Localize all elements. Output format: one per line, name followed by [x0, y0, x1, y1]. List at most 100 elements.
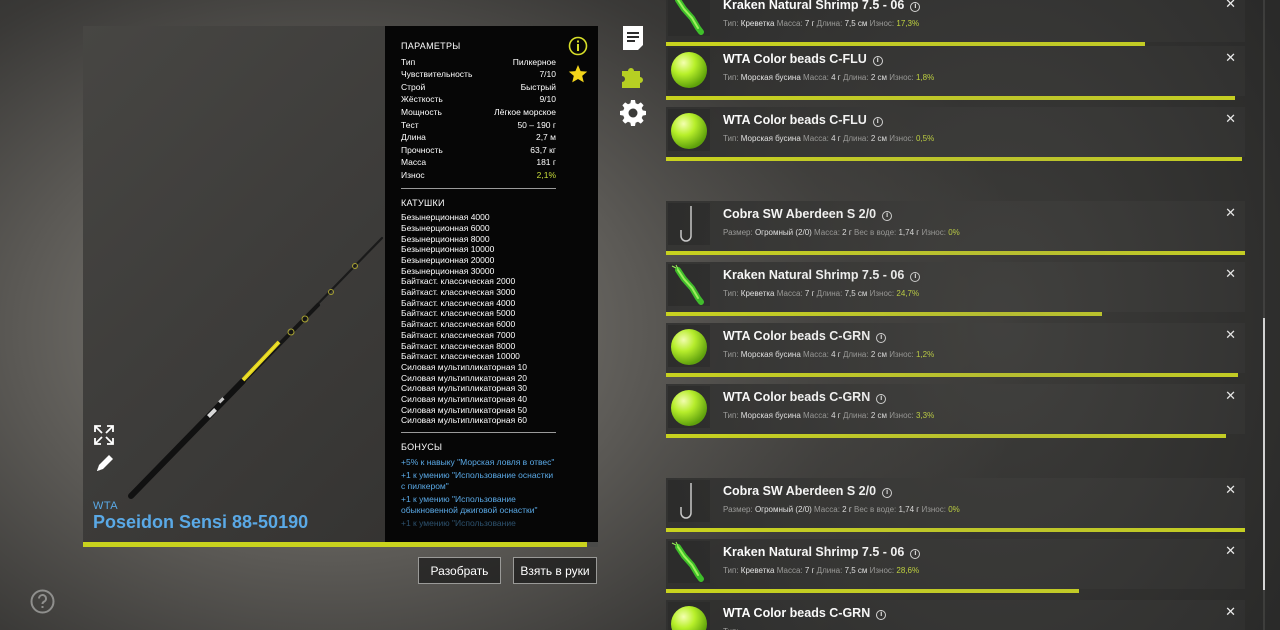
- meta-value: 1,8%: [916, 73, 935, 82]
- tackle-item-hook[interactable]: Cobra SW Aberdeen S 2/0 i Размер: Огромный…: [666, 201, 1245, 255]
- wear-bar: [666, 157, 1245, 161]
- close-icon[interactable]: ✕: [1225, 50, 1236, 66]
- info-icon[interactable]: i: [910, 2, 921, 12]
- close-icon[interactable]: ✕: [1225, 205, 1236, 221]
- expand-icon[interactable]: [93, 424, 115, 446]
- reel-item: Силовая мультипликаторная 50: [401, 404, 527, 415]
- take-in-hands-button[interactable]: Взять в руки: [513, 557, 597, 584]
- rod-brand: WTA: [93, 500, 119, 512]
- info-icon[interactable]: i: [882, 488, 893, 498]
- wear-bar: [666, 96, 1245, 100]
- meta-label: Масса:: [776, 19, 803, 28]
- meta-value: Морская бусина: [740, 134, 801, 143]
- param-row: Чувствительность 7/10: [401, 68, 556, 81]
- tackle-meta: Тип: Морская бусина Масса: 4 г Длина: 2 …: [723, 350, 934, 359]
- gear-icon[interactable]: [619, 99, 647, 127]
- tackle-item-bead[interactable]: WTA Color beads C-GRN i Тип: Морская бусин…: [666, 384, 1245, 438]
- tackle-item-bead[interactable]: WTA Color beads C-FLU i Тип: Морская бусин…: [666, 107, 1245, 161]
- reel-item: Силовая мультипликаторная 30: [401, 383, 527, 394]
- info-icon[interactable]: i: [876, 333, 887, 343]
- reels-title: КАТУШКИ: [401, 197, 445, 208]
- tackle-name: WTA Color beads C-FLU: [723, 113, 867, 127]
- tackle-title: Kraken Natural Shrimp 7.5 - 06 i: [723, 545, 921, 559]
- meta-value: 4 г: [831, 350, 841, 359]
- close-icon[interactable]: ✕: [1225, 266, 1236, 282]
- document-icon[interactable]: [619, 24, 647, 52]
- tackle-item-bead[interactable]: WTA Color beads C-FLU i Тип: Морская бусин…: [666, 46, 1245, 100]
- close-icon[interactable]: ✕: [1225, 482, 1236, 498]
- tackle-item-bead[interactable]: WTA Color beads C-GRN i Тип: Морская бусин…: [666, 323, 1245, 377]
- param-row: Тип Пилкерное: [401, 56, 556, 69]
- info-icon[interactable]: i: [910, 272, 921, 282]
- tackle-title: WTA Color beads C-FLU i: [723, 113, 883, 127]
- disassemble-button[interactable]: Разобрать: [418, 557, 501, 584]
- wear-bar-fill: [666, 312, 1102, 316]
- meta-label: Длина:: [842, 411, 869, 420]
- close-icon[interactable]: ✕: [1225, 388, 1236, 404]
- tackle-title: Kraken Natural Shrimp 7.5 - 06 i: [723, 268, 921, 282]
- param-label: Жёсткость: [401, 94, 443, 105]
- close-icon[interactable]: ✕: [1225, 604, 1236, 620]
- meta-label: Тип:: [723, 411, 739, 420]
- bonus-item: +1 к умению "Использование оснастки с пи…: [401, 469, 554, 491]
- meta-label: Износ:: [869, 566, 895, 575]
- tackle-name: Cobra SW Aberdeen S 2/0: [723, 207, 877, 221]
- meta-label: Износ:: [921, 505, 946, 514]
- param-label: Износ: [401, 169, 425, 180]
- meta-value: 7 г: [804, 566, 815, 575]
- info-icon[interactable]: i: [876, 610, 887, 620]
- tackle-item-hook[interactable]: Cobra SW Aberdeen S 2/0 i Размер: Огромный…: [666, 478, 1245, 532]
- tackle-item-shrimp[interactable]: Kraken Natural Shrimp 7.5 - 06 i Тип: Крев…: [666, 262, 1245, 316]
- meta-value: 0%: [948, 228, 960, 237]
- hook-icon: [668, 480, 710, 522]
- scrollbar-thumb[interactable]: [1263, 318, 1265, 590]
- tackle-name: Kraken Natural Shrimp 7.5 - 06: [723, 545, 905, 559]
- param-row: Строй Быстрый: [401, 81, 556, 94]
- wear-bar-fill: [666, 528, 1245, 532]
- help-icon[interactable]: [30, 589, 55, 614]
- close-icon[interactable]: ✕: [1225, 111, 1236, 127]
- close-icon[interactable]: ✕: [1225, 543, 1236, 559]
- tackle-item-shrimp[interactable]: Kraken Natural Shrimp 7.5 - 06 i Тип: Крев…: [666, 0, 1245, 46]
- info-icon[interactable]: i: [872, 56, 883, 66]
- meta-label: Длина:: [842, 350, 869, 359]
- rod-viewer[interactable]: WTA Poseidon Sensi 88-50190: [83, 26, 385, 542]
- param-value: Пилкерное: [512, 56, 556, 67]
- info-icon[interactable]: i: [876, 394, 887, 404]
- pen-icon[interactable]: [93, 452, 115, 474]
- meta-label: Износ:: [889, 73, 914, 82]
- param-label: Мощность: [401, 106, 442, 117]
- close-icon[interactable]: ✕: [1225, 0, 1236, 12]
- meta-value: 4 г: [831, 134, 841, 143]
- reel-item: Безынерционная 4000: [401, 212, 490, 223]
- bonus-item: +1 к умению "Использование: [401, 517, 516, 528]
- meta-label: Длина:: [816, 566, 843, 575]
- param-label: Тип: [401, 56, 416, 67]
- meta-value: Морская бусина: [740, 73, 801, 82]
- reel-item: Байткаст. классическая 10000: [401, 351, 520, 362]
- shrimp-icon: [668, 541, 710, 583]
- tackle-meta: Размер: Огромный (2/0) Масса: 2 г Вес в …: [723, 505, 960, 514]
- tackle-meta: Тип: Креветка Масса: 7 г Длина: 7,5 см И…: [723, 289, 919, 298]
- wear-bar-fill: [666, 96, 1235, 100]
- rod-image: [128, 236, 384, 499]
- info-icon[interactable]: i: [910, 549, 921, 559]
- meta-label: Износ:: [889, 411, 914, 420]
- close-icon[interactable]: ✕: [1225, 327, 1236, 343]
- puzzle-icon[interactable]: [619, 62, 647, 90]
- shrimp-icon: [668, 0, 710, 36]
- meta-label: Размер:: [723, 228, 753, 237]
- reel-item: Байткаст. классическая 8000: [401, 340, 516, 351]
- reel-item: Байткаст. классическая 6000: [401, 319, 516, 330]
- star-icon[interactable]: [568, 64, 588, 84]
- tackle-item-bead[interactable]: WTA Color beads C-GRNiТип: ✕: [666, 600, 1245, 630]
- info-icon[interactable]: i: [872, 117, 883, 127]
- param-label: Длина: [401, 132, 426, 143]
- info-icon[interactable]: [568, 36, 588, 56]
- tackle-item-shrimp[interactable]: Kraken Natural Shrimp 7.5 - 06 i Тип: Крев…: [666, 539, 1245, 593]
- info-icon[interactable]: i: [882, 211, 893, 221]
- tackle-name: Cobra SW Aberdeen S 2/0: [723, 484, 877, 498]
- meta-value: 1,74 г: [898, 228, 920, 237]
- meta-label: Масса:: [776, 566, 803, 575]
- bonus-item: +1 к умению "Использование обыкновенной …: [401, 493, 538, 515]
